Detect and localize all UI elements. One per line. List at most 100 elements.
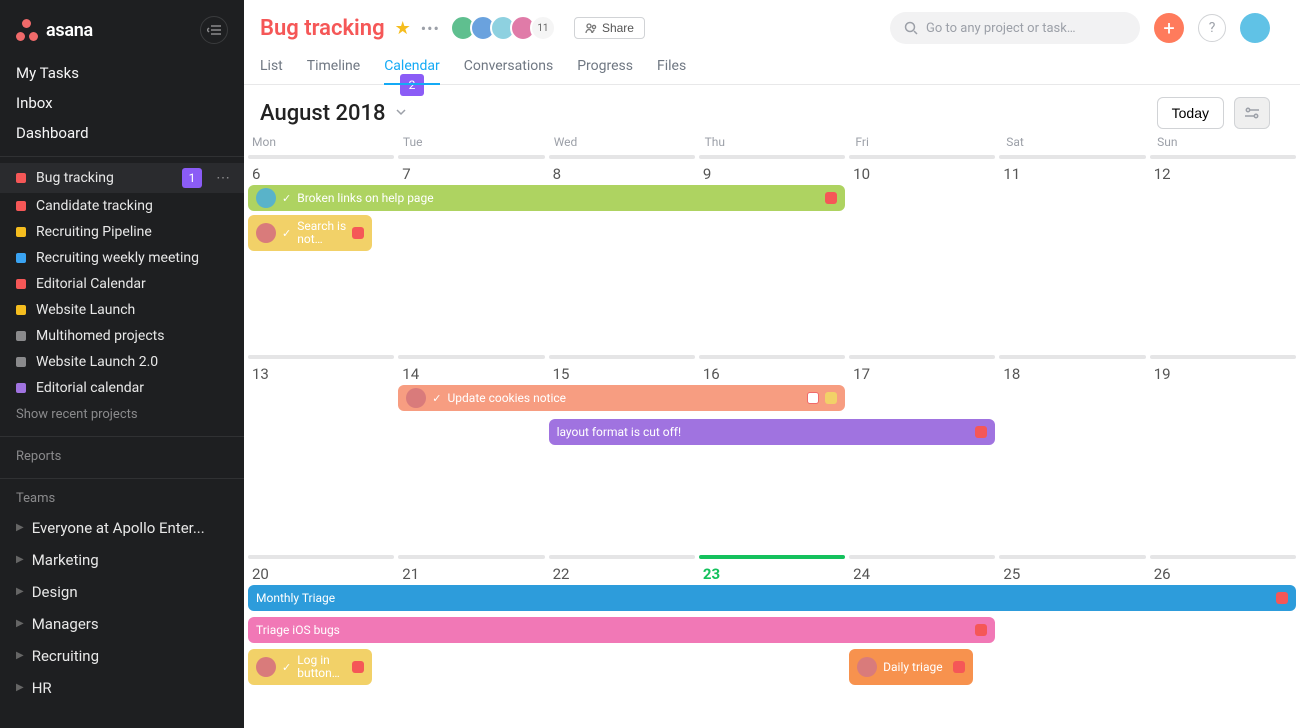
teams-list: ▶Everyone at Apollo Enter...▶Marketing▶D… <box>0 512 244 704</box>
share-button[interactable]: Share <box>574 17 645 39</box>
sidebar-project-recruiting-pipeline[interactable]: Recruiting Pipeline <box>0 219 244 245</box>
show-recent-projects[interactable]: Show recent projects <box>0 401 244 428</box>
more-actions-icon[interactable]: ••• <box>421 19 440 38</box>
add-button[interactable]: + <box>1154 13 1184 43</box>
project-name: Website Launch <box>36 302 234 318</box>
user-avatar[interactable] <box>1240 13 1270 43</box>
day-cell[interactable]: 17 <box>849 355 995 551</box>
calendar-task[interactable]: ✓Update cookies notice <box>398 385 845 411</box>
task-label: Daily triage <box>883 661 947 674</box>
project-more-icon[interactable]: ⋯ <box>212 170 234 186</box>
day-cell[interactable]: 19 <box>1150 355 1296 551</box>
project-color-icon <box>16 279 26 289</box>
project-color-icon <box>16 227 26 237</box>
day-cell[interactable]: 13 <box>248 355 394 551</box>
task-label: Monthly Triage <box>256 591 1270 605</box>
sidebar-project-website-launch-2-0[interactable]: Website Launch 2.0 <box>0 349 244 375</box>
assignee-avatar <box>406 388 426 408</box>
tab-conversations[interactable]: Conversations <box>464 52 553 84</box>
task-tag <box>352 661 364 673</box>
sidebar-project-multihomed-projects[interactable]: Multihomed projects <box>0 323 244 349</box>
search-input[interactable]: Go to any project or task… <box>890 12 1140 44</box>
day-cell[interactable]: 18 <box>999 355 1145 551</box>
filter-button[interactable] <box>1234 97 1270 129</box>
task-tag <box>807 392 819 404</box>
teams-label: Teams <box>0 479 244 512</box>
nav-dashboard[interactable]: Dashboard <box>0 118 244 148</box>
day-number: 26 <box>1150 559 1296 583</box>
check-icon: ✓ <box>432 392 441 405</box>
calendar-task[interactable]: ✓Log in button… <box>248 649 372 685</box>
day-cell[interactable]: 12 <box>1150 155 1296 351</box>
calendar-task[interactable]: Monthly Triage <box>248 585 1296 611</box>
calendar-week: 13141516171819✓Update cookies noticelayo… <box>244 355 1300 555</box>
day-cell[interactable]: 10 <box>849 155 995 351</box>
day-cell[interactable]: 26 <box>1150 555 1296 726</box>
avatar-overflow-count[interactable]: 11 <box>530 15 556 41</box>
task-tag <box>352 227 364 239</box>
nav-my-tasks[interactable]: My Tasks <box>0 58 244 88</box>
team-item[interactable]: ▶Marketing <box>0 544 244 576</box>
task-tag <box>1276 592 1288 604</box>
task-label: Search is not… <box>297 220 346 246</box>
calendar-task[interactable]: Daily triage <box>849 649 973 685</box>
day-cell[interactable]: 25 <box>999 555 1145 726</box>
project-name: Multihomed projects <box>36 328 234 344</box>
star-icon[interactable]: ★ <box>395 18 411 39</box>
team-name: Design <box>32 583 78 601</box>
tab-files[interactable]: Files <box>657 52 686 84</box>
day-header: Fri <box>851 135 998 151</box>
member-avatars[interactable]: 11 <box>456 15 556 41</box>
reports-link[interactable]: Reports <box>0 437 244 470</box>
task-tag <box>825 392 837 404</box>
project-color-icon <box>16 253 26 263</box>
task-label: Log in button… <box>297 654 346 680</box>
day-header: Mon <box>248 135 395 151</box>
sidebar-project-editorial-calendar[interactable]: Editorial calendar <box>0 375 244 401</box>
caret-right-icon: ▶ <box>16 650 24 661</box>
tab-list[interactable]: List <box>260 52 283 84</box>
day-number: 9 <box>699 159 845 183</box>
team-item[interactable]: ▶HR <box>0 672 244 704</box>
day-number: 19 <box>1150 359 1296 383</box>
sidebar-collapse-icon[interactable] <box>200 16 228 44</box>
day-number: 11 <box>999 159 1145 183</box>
team-item[interactable]: ▶Design <box>0 576 244 608</box>
day-cell[interactable]: 11 <box>999 155 1145 351</box>
nav-inbox[interactable]: Inbox <box>0 88 244 118</box>
team-item[interactable]: ▶Recruiting <box>0 640 244 672</box>
sidebar-project-website-launch[interactable]: Website Launch <box>0 297 244 323</box>
calendar-task[interactable]: Triage iOS bugs <box>248 617 995 643</box>
help-button[interactable]: ? <box>1198 14 1226 42</box>
search-placeholder: Go to any project or task… <box>926 21 1076 36</box>
people-icon <box>585 22 597 34</box>
day-number: 12 <box>1150 159 1296 183</box>
task-label: Broken links on help page <box>297 191 819 205</box>
tab-calendar[interactable]: Calendar2 <box>384 52 440 84</box>
team-item[interactable]: ▶Managers <box>0 608 244 640</box>
day-header: Sun <box>1153 135 1300 151</box>
today-button[interactable]: Today <box>1157 97 1224 129</box>
month-dropdown-icon[interactable] <box>394 104 408 123</box>
project-name: Candidate tracking <box>36 198 234 214</box>
sidebar-project-candidate-tracking[interactable]: Candidate tracking <box>0 193 244 219</box>
logo[interactable]: asana <box>16 19 93 41</box>
team-name: HR <box>32 679 52 697</box>
team-item[interactable]: ▶Everyone at Apollo Enter... <box>0 512 244 544</box>
sidebar-project-bug-tracking[interactable]: Bug tracking1⋯ <box>0 163 244 193</box>
check-icon: ✓ <box>282 227 291 240</box>
calendar-task[interactable]: ✓Broken links on help page <box>248 185 845 211</box>
project-name: Bug tracking <box>36 170 172 186</box>
sidebar-project-editorial-calendar[interactable]: Editorial Calendar <box>0 271 244 297</box>
header: Bug tracking ★ ••• 11 Share <box>244 0 1300 85</box>
calendar-task[interactable]: layout format is cut off! <box>549 419 996 445</box>
sidebar-project-recruiting-weekly-meeting[interactable]: Recruiting weekly meeting <box>0 245 244 271</box>
project-color-icon <box>16 331 26 341</box>
day-number: 16 <box>699 359 845 383</box>
day-header: Tue <box>399 135 546 151</box>
calendar-task[interactable]: ✓ Search is not… <box>248 215 372 251</box>
assignee-avatar <box>256 223 276 243</box>
tab-progress[interactable]: Progress <box>577 52 633 84</box>
tab-timeline[interactable]: Timeline <box>307 52 360 84</box>
task-tag <box>975 624 987 636</box>
